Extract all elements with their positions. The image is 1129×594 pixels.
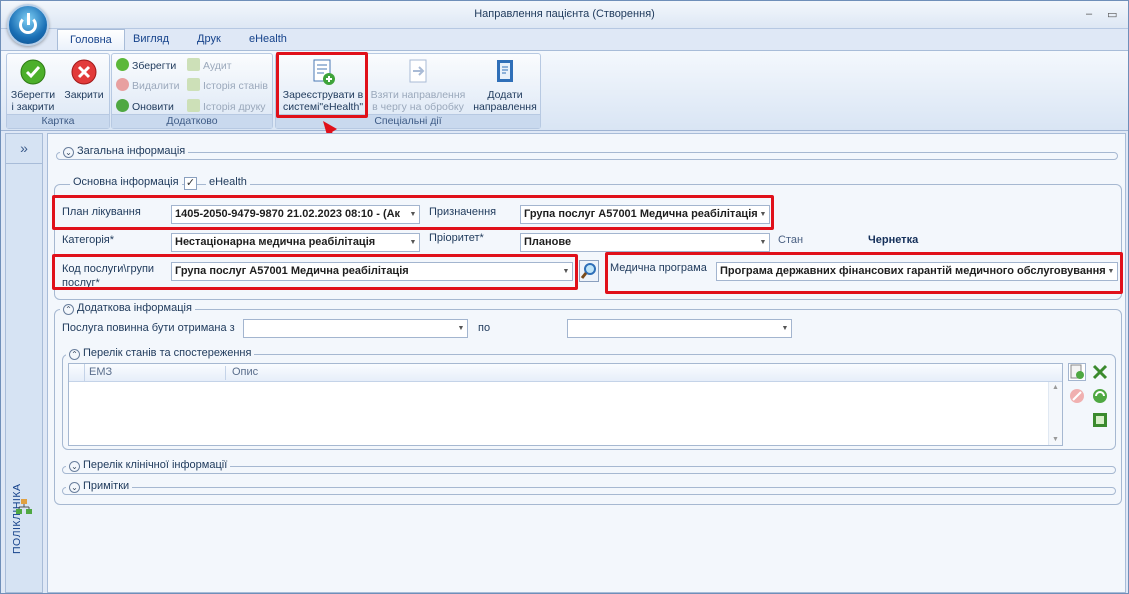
clinical-info-header[interactable]: ⌄ Перелік клінічної інформації bbox=[66, 459, 231, 472]
tools-button[interactable] bbox=[1091, 363, 1109, 381]
group-additional-label: Додатково bbox=[112, 114, 272, 128]
received-from-label: Послуга повинна бути отримана з bbox=[62, 322, 235, 334]
status-value: Чернетка bbox=[868, 234, 919, 246]
general-info-panel bbox=[56, 152, 1118, 160]
category-combo[interactable]: Нестаціонарна медична реабілітація ▼ bbox=[171, 233, 420, 252]
close-button[interactable]: Закрити bbox=[61, 58, 107, 101]
refresh-icon bbox=[1093, 389, 1107, 403]
export-button[interactable] bbox=[1091, 411, 1109, 429]
scroll-down-icon[interactable]: ▼ bbox=[1052, 436, 1059, 443]
states-header[interactable]: ⌃ Перелік станів та спостереження bbox=[66, 347, 255, 360]
main-info-header: Основна інформація bbox=[70, 176, 182, 188]
grid-header: ЕМЗ Опис bbox=[69, 364, 1062, 382]
delete-button[interactable]: Видалити bbox=[116, 78, 180, 94]
chevron-down-icon: ▼ bbox=[407, 234, 419, 251]
search-service-button[interactable] bbox=[579, 260, 599, 282]
collapse-icon: ⌃ bbox=[63, 304, 74, 315]
additional-info-header[interactable]: ⌃ Додаткова інформація bbox=[60, 302, 195, 315]
application-menu-orb[interactable] bbox=[7, 4, 49, 46]
to-date[interactable]: ▼ bbox=[567, 319, 792, 338]
notes-panel bbox=[62, 487, 1116, 495]
audit-button[interactable]: Аудит bbox=[187, 58, 232, 74]
tools-icon bbox=[1092, 364, 1108, 380]
add-record-button[interactable] bbox=[1068, 363, 1086, 381]
column-description[interactable]: Опис bbox=[232, 366, 258, 378]
hierarchy-icon[interactable] bbox=[15, 498, 33, 516]
priority-label: Пріоритет* bbox=[429, 232, 484, 244]
ehealth-checkbox[interactable]: ✓ bbox=[184, 177, 197, 190]
close-label: Закрити bbox=[64, 89, 104, 101]
states-grid[interactable]: ЕМЗ Опис ▲ ▼ bbox=[68, 363, 1063, 446]
take-to-queue-button[interactable]: Взяти направлення в чергу на обробку bbox=[368, 58, 468, 113]
collapse-icon: ⌄ bbox=[69, 482, 80, 493]
delete-icon bbox=[116, 78, 129, 91]
refresh-icon bbox=[116, 99, 129, 112]
add-referral-icon bbox=[497, 60, 513, 82]
minimize-button[interactable]: – bbox=[1086, 8, 1092, 20]
general-info-header[interactable]: ⌄ Загальна інформація bbox=[60, 145, 189, 158]
delete-record-button[interactable] bbox=[1068, 387, 1086, 405]
ribbon: Зберегти і закрити Закрити Картка Зберег… bbox=[1, 50, 1128, 131]
tab-ehealth[interactable]: eHealth bbox=[237, 29, 299, 51]
collapse-icon: ⌄ bbox=[63, 147, 74, 158]
window-title: Направлення пацієнта (Створення) bbox=[474, 8, 655, 20]
received-from-date[interactable]: ▼ bbox=[243, 319, 468, 338]
collapse-icon: ⌄ bbox=[69, 461, 80, 472]
add-referral-button[interactable]: Додати направлення bbox=[470, 58, 540, 113]
save-icon bbox=[116, 58, 129, 71]
save-button[interactable]: Зберегти bbox=[116, 58, 176, 74]
checkmark-icon bbox=[20, 59, 46, 85]
maximize-button[interactable]: ▭ bbox=[1107, 8, 1117, 21]
save-close-label-2: і закрити bbox=[11, 101, 55, 113]
to-label: по bbox=[478, 322, 491, 334]
tab-view[interactable]: Вигляд bbox=[121, 29, 181, 51]
close-icon bbox=[71, 59, 97, 85]
save-close-label-1: Зберегти bbox=[10, 89, 56, 101]
chevron-down-icon: ▼ bbox=[455, 320, 467, 337]
application-window: Направлення пацієнта (Створення) – ▭ Гол… bbox=[0, 0, 1129, 594]
refresh-button[interactable]: Оновити bbox=[116, 99, 174, 115]
history-icon bbox=[187, 78, 200, 91]
tab-print[interactable]: Друк bbox=[185, 29, 233, 51]
save-close-button[interactable]: Зберегти і закрити bbox=[9, 58, 57, 113]
ehealth-label: eHealth bbox=[206, 176, 250, 188]
group-card: Зберегти і закрити Закрити Картка bbox=[6, 53, 110, 129]
print-history-button[interactable]: Історія друку bbox=[187, 99, 266, 115]
chevron-down-icon: ▼ bbox=[779, 320, 791, 337]
state-history-button[interactable]: Історія станів bbox=[187, 78, 268, 94]
status-label: Стан bbox=[778, 234, 804, 246]
left-sidebar: » ПОЛІКЛІНІКА bbox=[5, 133, 43, 593]
delete-disabled-icon bbox=[1070, 389, 1084, 403]
magnifier-icon bbox=[580, 263, 596, 279]
category-label: Категорія* bbox=[62, 234, 115, 246]
notes-header[interactable]: ⌄ Примітки bbox=[66, 480, 133, 493]
add-document-icon bbox=[1070, 364, 1084, 379]
take-document-icon bbox=[409, 59, 427, 83]
form-content: ⌄ Загальна інформація Основна інформація … bbox=[47, 133, 1126, 593]
priority-combo[interactable]: Планове ▼ bbox=[520, 233, 770, 252]
highlight-plan-row bbox=[52, 195, 774, 230]
group-additional: Зберегти Видалити Оновити Аудит Історія … bbox=[111, 53, 273, 129]
export-icon bbox=[1093, 413, 1107, 427]
highlight-service-row bbox=[52, 254, 578, 290]
column-emz[interactable]: ЕМЗ bbox=[89, 366, 226, 380]
grid-scrollbar[interactable]: ▲ ▼ bbox=[1048, 382, 1062, 445]
scroll-up-icon[interactable]: ▲ bbox=[1052, 384, 1059, 391]
title-bar: Направлення пацієнта (Створення) – ▭ bbox=[1, 1, 1128, 29]
sidebar-label[interactable]: ПОЛІКЛІНІКА bbox=[11, 484, 23, 554]
group-card-label: Картка bbox=[7, 114, 109, 128]
collapse-icon: ⌃ bbox=[69, 349, 80, 360]
chevron-down-icon: ▼ bbox=[757, 234, 769, 251]
expand-sidebar-button[interactable]: » bbox=[6, 134, 42, 164]
highlight-register bbox=[276, 52, 368, 118]
refresh-record-button[interactable] bbox=[1091, 387, 1109, 405]
tab-home[interactable]: Головна bbox=[57, 29, 125, 51]
highlight-program-row bbox=[605, 252, 1123, 294]
print-history-icon bbox=[187, 99, 200, 112]
audit-icon bbox=[187, 58, 200, 71]
